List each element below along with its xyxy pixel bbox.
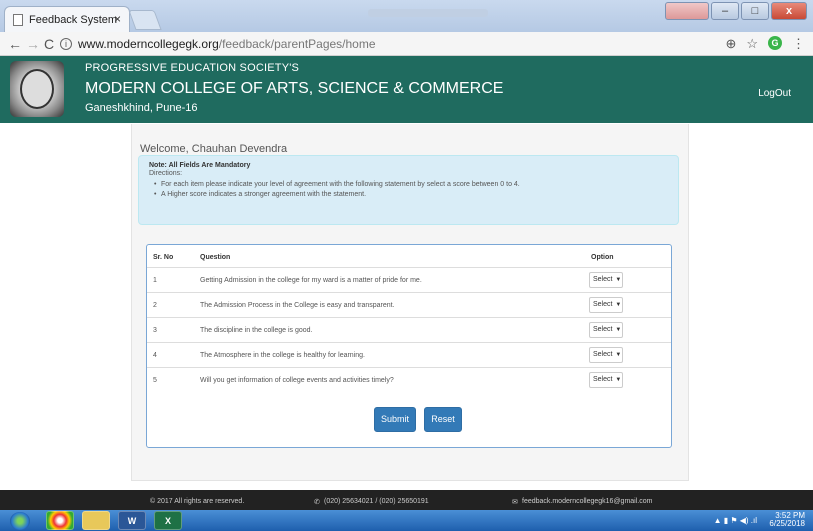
score-select[interactable]: Select ▼ [589, 297, 623, 313]
phone-icon: ✆ [314, 499, 320, 506]
excel-taskbar-icon[interactable]: X [154, 511, 182, 530]
copyright-text: © 2017 All rights are reserved. [150, 498, 245, 505]
row-sr-no: 2 [153, 302, 157, 309]
directions-list: For each item please indicate your level… [149, 181, 668, 198]
college-name: MODERN COLLEGE OF ARTS, SCIENCE & COMMER… [85, 80, 504, 97]
new-tab-button[interactable] [128, 10, 162, 30]
close-window-button[interactable]: x [771, 2, 807, 20]
row-sr-no: 1 [153, 277, 157, 284]
table-header-row: Sr. No Question Option [147, 245, 671, 267]
table-row: 4 The Atmosphere in the college is healt… [147, 342, 671, 367]
page-icon [13, 13, 23, 26]
row-question: Will you get information of college even… [200, 377, 394, 384]
address-bar: ← → C i www.moderncollegegk.org/feedback… [0, 32, 813, 56]
row-question: The Admission Process in the College is … [200, 302, 395, 309]
row-question: The Atmosphere in the college is healthy… [200, 352, 365, 359]
submit-button[interactable]: Submit [374, 407, 416, 432]
direction-item: For each item please indicate your level… [154, 181, 668, 188]
direction-item: A Higher score indicates a stronger agre… [154, 191, 668, 198]
select-value: Select [593, 326, 613, 333]
dropdown-caret-icon: ▼ [615, 302, 622, 308]
select-value: Select [593, 276, 613, 283]
logout-link[interactable]: LogOut [758, 88, 791, 99]
tab-close-icon[interactable]: × [114, 12, 121, 26]
header-sr-no: Sr. No [153, 254, 174, 261]
table-row: 5 Will you get information of college ev… [147, 367, 671, 392]
explorer-taskbar-icon[interactable] [82, 511, 110, 530]
windows-taskbar: W X ▲ ▮ ⚑ ◀) .ıl 3:52 PM 6/25/2018 [0, 510, 813, 531]
system-tray-icons[interactable]: ▲ ▮ ⚑ ◀) .ıl [714, 516, 757, 525]
phone-text: (020) 25634021 / (020) 25650191 [324, 498, 429, 505]
window-title-blur [368, 9, 488, 17]
row-question: Getting Admission in the college for my … [200, 277, 422, 284]
dropdown-caret-icon: ▼ [615, 377, 622, 383]
user-profile-button[interactable] [665, 2, 709, 20]
word-taskbar-icon[interactable]: W [118, 511, 146, 530]
questions-table: Sr. No Question Option 1 Getting Admissi… [147, 245, 671, 392]
bookmark-star-icon[interactable]: ☆ [746, 36, 758, 52]
table-row: 3 The discipline in the college is good.… [147, 317, 671, 342]
start-button[interactable] [10, 512, 30, 530]
chrome-taskbar-icon[interactable] [46, 511, 74, 530]
header-option: Option [591, 254, 614, 261]
tab-feedback-system[interactable]: Feedback System × [4, 6, 130, 32]
info-icon[interactable]: i [60, 38, 72, 50]
row-question: The discipline in the college is good. [200, 327, 313, 334]
menu-dots-icon[interactable]: ⋮ [792, 36, 805, 52]
url-input[interactable]: i www.moderncollegegk.org/feedback/paren… [60, 35, 710, 53]
clock-date: 6/25/2018 [769, 519, 805, 528]
reset-button[interactable]: Reset [424, 407, 462, 432]
society-name: PROGRESSIVE EDUCATION SOCIETY'S [85, 62, 300, 74]
dropdown-caret-icon: ▼ [615, 277, 622, 283]
select-value: Select [593, 301, 613, 308]
forward-arrow-icon[interactable]: → [26, 36, 40, 52]
maximize-button[interactable]: □ [741, 2, 769, 20]
browser-tabstrip: Feedback System × – □ x [0, 0, 813, 32]
score-select[interactable]: Select ▼ [589, 347, 623, 363]
minimize-button[interactable]: – [711, 2, 739, 20]
dropdown-caret-icon: ▼ [615, 327, 622, 333]
select-value: Select [593, 376, 613, 383]
toolbar-icons: ⊕ ☆ G ⋮ [725, 36, 805, 52]
logo-emblem [20, 69, 54, 109]
site-footer: © 2017 All rights are reserved. ✆ (020) … [0, 490, 813, 510]
email-text: feedback.moderncollegegk16@gmail.com [522, 498, 653, 505]
zoom-icon[interactable]: ⊕ [725, 36, 736, 52]
url-host: www.moderncollegegk.org [78, 37, 219, 51]
back-arrow-icon[interactable]: ← [8, 36, 22, 52]
reload-icon[interactable]: C [44, 36, 54, 52]
url-path: /feedback/parentPages/home [218, 37, 376, 51]
select-value: Select [593, 351, 613, 358]
welcome-message: Welcome, Chauhan Devendra [140, 143, 288, 155]
row-sr-no: 3 [153, 327, 157, 334]
table-row: 1 Getting Admission in the college for m… [147, 267, 671, 292]
grammarly-extension-icon[interactable]: G [768, 36, 782, 50]
row-sr-no: 5 [153, 377, 157, 384]
clock[interactable]: 3:52 PM 6/25/2018 [769, 512, 805, 528]
window-controls: – □ x [665, 2, 807, 20]
site-header: PROGRESSIVE EDUCATION SOCIETY'S MODERN C… [0, 56, 813, 123]
header-question: Question [200, 254, 231, 261]
directions-label: Directions: [149, 170, 183, 177]
row-sr-no: 4 [153, 352, 157, 359]
table-row: 2 The Admission Process in the College i… [147, 292, 671, 317]
score-select[interactable]: Select ▼ [589, 372, 623, 388]
college-logo [10, 61, 64, 117]
college-address: Ganeshkhind, Pune-16 [85, 102, 198, 114]
score-select[interactable]: Select ▼ [589, 322, 623, 338]
dropdown-caret-icon: ▼ [615, 352, 622, 358]
tab-title: Feedback System [29, 13, 118, 26]
mail-icon: ✉ [512, 499, 518, 506]
note-title: Note: All Fields Are Mandatory [149, 162, 251, 169]
score-select[interactable]: Select ▼ [589, 272, 623, 288]
directions-note: Note: All Fields Are Mandatory Direction… [138, 155, 679, 225]
